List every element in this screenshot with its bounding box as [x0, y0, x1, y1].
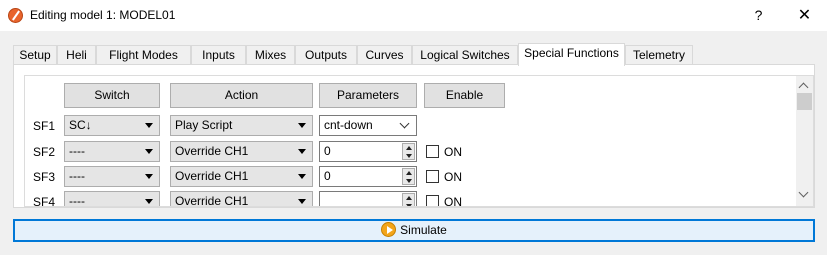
chevron-down-icon [145, 174, 153, 179]
title-bar: Editing model 1: MODEL01 ? ✕ [0, 0, 827, 31]
tab-flight-modes[interactable]: Flight Modes [96, 45, 191, 65]
play-icon [381, 222, 397, 238]
simulate-label: Simulate [400, 223, 447, 237]
tab-mixes[interactable]: Mixes [246, 45, 295, 65]
sf2-action-select[interactable]: Override CH1 [170, 141, 313, 162]
tab-logical-switches[interactable]: Logical Switches [412, 45, 518, 65]
spin-up-icon [406, 171, 412, 175]
sf3-label: SF3 [33, 170, 56, 184]
tab-setup[interactable]: Setup [13, 45, 57, 65]
sf4-action-value: Override CH1 [175, 194, 249, 207]
sf2-switch-value: ---- [69, 144, 85, 158]
special-functions-panel: Switch Action Parameters Enable SF1 SC↓ … [13, 64, 815, 208]
close-button[interactable]: ✕ [782, 0, 827, 31]
special-functions-list: Switch Action Parameters Enable SF1 SC↓ … [24, 75, 814, 207]
scroll-up-icon[interactable] [798, 82, 809, 93]
spin-up-icon [406, 196, 412, 200]
switch-header-button[interactable]: Switch [64, 83, 160, 108]
sf1-switch-select[interactable]: SC↓ [64, 115, 160, 136]
sf2-switch-select[interactable]: ---- [64, 141, 160, 162]
simulate-button[interactable]: Simulate [13, 219, 815, 242]
tab-curves[interactable]: Curves [357, 45, 412, 65]
sf3-param-value: 0 [324, 169, 331, 183]
sf4-param-spinbox[interactable] [319, 191, 417, 206]
app-logo-icon [8, 8, 23, 23]
chevron-down-icon [298, 174, 306, 179]
spin-down-icon [406, 154, 412, 158]
sf1-action-select[interactable]: Play Script [170, 115, 313, 136]
spin-buttons[interactable] [402, 168, 415, 185]
chevron-down-icon [145, 199, 153, 204]
tab-heli[interactable]: Heli [57, 45, 96, 65]
sf1-param-select[interactable]: cnt-down [319, 115, 417, 136]
spin-up-icon [406, 146, 412, 150]
chevron-down-icon [145, 123, 153, 128]
chevron-down-icon [298, 149, 306, 154]
sf3-param-spinbox[interactable]: 0 [319, 166, 417, 187]
sf4-action-select[interactable]: Override CH1 [170, 191, 313, 207]
sf4-label: SF4 [33, 195, 56, 207]
sf1-switch-value: SC↓ [69, 118, 92, 132]
window-title: Editing model 1: MODEL01 [30, 8, 176, 22]
sf3-switch-select[interactable]: ---- [64, 166, 160, 187]
sf4-switch-select[interactable]: ---- [64, 191, 160, 207]
sf1-param-value: cnt-down [324, 118, 373, 132]
sf2-param-value: 0 [324, 144, 331, 158]
sf3-switch-value: ---- [69, 169, 85, 183]
tab-telemetry[interactable]: Telemetry [625, 45, 693, 65]
tab-outputs[interactable]: Outputs [295, 45, 357, 65]
scroll-thumb[interactable] [797, 93, 812, 110]
action-header-button[interactable]: Action [170, 83, 313, 108]
spin-buttons[interactable] [402, 193, 415, 206]
enable-header-button[interactable]: Enable [424, 83, 505, 108]
chevron-down-icon [298, 199, 306, 204]
tab-special-functions[interactable]: Special Functions [518, 43, 625, 66]
sf4-switch-value: ---- [69, 194, 85, 207]
chevron-down-icon [145, 149, 153, 154]
tab-bar: Setup Heli Flight Modes Inputs Mixes Out… [13, 43, 815, 66]
sf2-label: SF2 [33, 145, 56, 159]
sf2-enable-label: ON [444, 145, 462, 159]
spin-down-icon [406, 179, 412, 183]
sf1-action-value: Play Script [175, 118, 233, 132]
tab-inputs[interactable]: Inputs [191, 45, 246, 65]
chevron-down-icon [298, 123, 306, 128]
sf2-enable-checkbox[interactable] [426, 145, 439, 158]
sf2-param-spinbox[interactable]: 0 [319, 141, 417, 162]
sf3-action-select[interactable]: Override CH1 [170, 166, 313, 187]
help-button[interactable]: ? [736, 0, 781, 31]
sf3-enable-label: ON [444, 170, 462, 184]
sf3-enable-checkbox[interactable] [426, 170, 439, 183]
sf4-enable-label: ON [444, 195, 462, 207]
parameters-header-button[interactable]: Parameters [319, 83, 417, 108]
spin-buttons[interactable] [402, 143, 415, 160]
sf3-action-value: Override CH1 [175, 169, 249, 183]
scroll-down-icon[interactable] [798, 187, 809, 198]
vertical-scrollbar[interactable] [796, 76, 813, 206]
sf1-label: SF1 [33, 119, 56, 133]
chevron-down-icon [399, 118, 410, 129]
spin-down-icon [406, 204, 412, 206]
sf2-action-value: Override CH1 [175, 144, 249, 158]
sf4-enable-checkbox[interactable] [426, 195, 439, 206]
